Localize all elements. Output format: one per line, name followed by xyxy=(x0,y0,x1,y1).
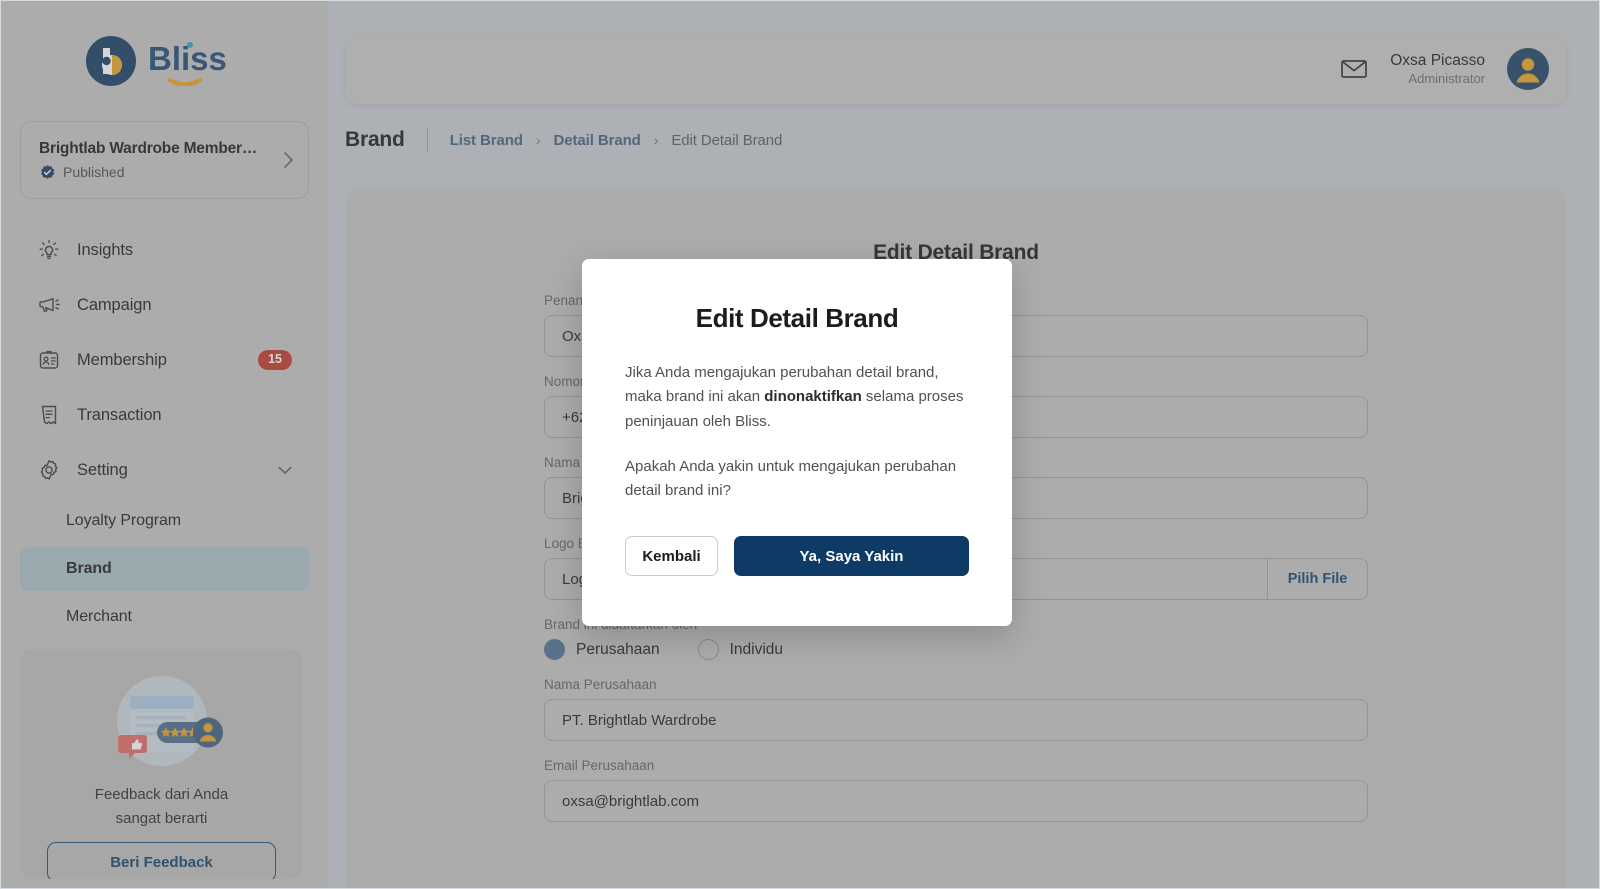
modal-paragraph-1: Jika Anda mengajukan perubahan detail br… xyxy=(625,361,969,434)
modal-body: Jika Anda mengajukan perubahan detail br… xyxy=(625,361,969,503)
cancel-button[interactable]: Kembali xyxy=(625,536,718,577)
modal-paragraph-2: Apakah Anda yakin untuk mengajukan perub… xyxy=(625,457,957,500)
app-window: Bliss Brightlab Wardrobe Member… Publish… xyxy=(0,0,1600,889)
confirm-edit-modal: Edit Detail Brand Jika Anda mengajukan p… xyxy=(582,259,1012,626)
confirm-button[interactable]: Ya, Saya Yakin xyxy=(734,536,969,577)
modal-text-bold: dinonaktifkan xyxy=(764,388,862,406)
modal-actions: Kembali Ya, Saya Yakin xyxy=(625,536,969,577)
modal-title: Edit Detail Brand xyxy=(695,303,899,333)
